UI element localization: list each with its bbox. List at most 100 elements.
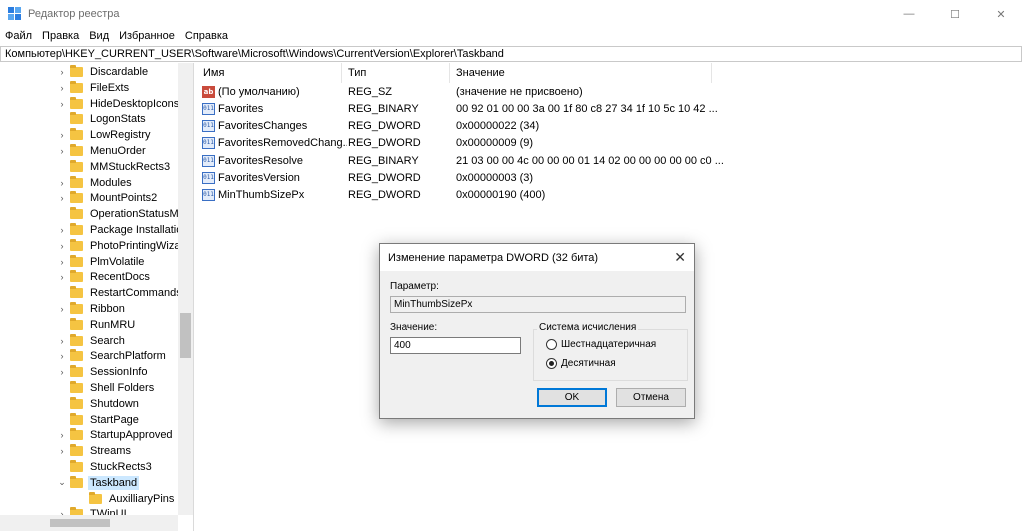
expand-chevron-icon[interactable]: › [57,99,67,109]
folder-icon [70,144,83,156]
tree-item[interactable]: Shell Folders [57,380,156,396]
menu-help[interactable]: Справка [180,28,233,46]
tree-item[interactable]: › PhotoPrintingWizar [57,238,186,254]
tree-item[interactable]: › Streams [57,443,133,459]
value-row[interactable]: 011 FavoritesChanges REG_DWORD 0x00000022 (… [197,118,717,135]
close-button[interactable]: ✕ [978,0,1024,28]
tree-item[interactable]: Shutdown [57,396,141,412]
value-row[interactable]: 011 MinThumbSizePx REG_DWORD 0x00000190 (40… [197,187,717,204]
column-header-name[interactable]: Имя [197,63,342,83]
tree-item-label: PhotoPrintingWizar [90,239,185,252]
expand-chevron-icon[interactable]: › [57,193,67,203]
expand-chevron-icon[interactable]: › [57,225,67,235]
tree-item-label: MMStuckRects3 [90,160,171,173]
value-row[interactable]: 011 Favorites REG_BINARY 00 92 01 00 00 3a … [197,100,718,117]
value-name-cell: 011 FavoritesResolve [202,154,347,167]
folder-icon [70,207,83,220]
expand-chevron-icon[interactable]: › [57,272,67,282]
expand-chevron-icon[interactable]: › [57,430,67,440]
tree-item[interactable]: ⌄ Taskband [57,475,140,491]
tree-item[interactable]: › Ribbon [57,301,127,317]
tree-item[interactable]: › MenuOrder [57,143,148,159]
tree-item[interactable]: › SearchPlatform [57,348,168,364]
expand-chevron-icon[interactable]: › [57,446,67,456]
expand-chevron-icon[interactable]: › [57,178,67,188]
radio-hexadecimal-icon [546,339,557,350]
tree-horizontal-scroll-thumb[interactable] [50,519,110,527]
tree-item[interactable]: AuxilliaryPins [76,491,176,507]
folder-icon [70,365,83,378]
tree-item[interactable]: LogonStats [57,111,148,127]
maximize-button[interactable]: ☐ [932,0,978,28]
value-row[interactable]: 011 FavoritesResolve REG_BINARY 21 03 00 00… [197,152,724,169]
tree-item[interactable]: › Package Installatio [57,222,184,238]
expand-chevron-icon[interactable]: › [57,83,67,93]
tree-item[interactable]: › FileExts [57,80,131,96]
tree-vertical-scroll-thumb[interactable] [180,313,191,358]
folder-icon [70,159,83,172]
expand-chevron-icon[interactable]: › [57,336,67,346]
value-name-cell: 011 FavoritesChanges [202,120,347,133]
close-icon: ✕ [996,8,1006,21]
value-name-cell: 011 MinThumbSizePx [202,189,347,202]
folder-icon [70,428,83,441]
number-base-group [533,329,688,381]
tree-item[interactable]: MMStuckRects3 [57,159,172,175]
expand-chevron-icon[interactable]: › [57,351,67,361]
parameter-name-field[interactable]: MinThumbSizePx [390,296,686,313]
folder-icon [70,412,83,425]
tree-item[interactable]: StartPage [57,412,141,428]
expand-chevron-icon[interactable]: › [57,146,67,156]
menu-edit[interactable]: Правка [37,28,84,46]
tree-item-label: Search [90,334,125,347]
menu-view[interactable]: Вид [84,28,114,46]
tree-item[interactable]: › LowRegistry [57,127,153,143]
value-row[interactable]: 011 FavoritesRemovedChang... REG_DWORD 0x00… [197,135,717,152]
expand-chevron-icon[interactable]: › [57,257,67,267]
value-row[interactable]: 011 FavoritesVersion REG_DWORD 0x00000003 (… [197,170,717,187]
menu-favorites[interactable]: Избранное [114,28,180,46]
value-row[interactable]: ab (По умолчанию) REG_SZ (значение не присв… [197,83,717,100]
tree-item[interactable]: StuckRects3 [57,459,154,475]
column-header-data[interactable]: Значение [450,63,712,83]
radio-hexadecimal[interactable]: Шестнадцатеричная [546,339,656,350]
binary-value-icon: 011 [202,120,215,133]
tree-item-label: SearchPlatform [90,350,166,363]
tree-item[interactable]: › PlmVolatile [57,254,146,270]
tree-item[interactable]: › Modules [57,175,134,191]
address-bar[interactable]: Компьютер\HKEY_CURRENT_USER\Software\Mic… [0,46,1022,62]
menu-file[interactable]: Файл [0,28,37,46]
tree-item[interactable]: › Discardable [57,64,150,80]
tree-item-label: RecentDocs [90,271,150,284]
folder-icon [70,112,83,125]
tree-item[interactable]: › RecentDocs [57,269,152,285]
radio-decimal-icon [546,358,557,369]
window-title: Редактор реестра [28,8,120,20]
radio-decimal[interactable]: Десятичная [546,358,616,369]
tree-item[interactable]: › MountPoints2 [57,190,159,206]
tree-item[interactable]: RestartCommands [57,285,184,301]
cancel-button[interactable]: Отмена [616,388,686,407]
minimize-button[interactable]: — [886,0,932,28]
parameter-label: Параметр: [390,281,439,292]
tree-item[interactable]: › Search [57,333,127,349]
dialog-close-icon[interactable]: ✕ [674,249,686,266]
folder-icon [70,381,83,393]
expand-chevron-icon[interactable]: › [57,367,67,377]
column-header-type[interactable]: Тип [342,63,450,83]
folder-icon [70,333,83,346]
tree-horizontal-scrollbar[interactable] [0,515,178,531]
expand-chevron-icon[interactable]: › [57,241,67,251]
tree-item[interactable]: › StartupApproved [57,427,175,443]
tree-item[interactable]: › HideDesktopIcons [57,96,181,112]
expand-chevron-icon[interactable]: › [57,304,67,314]
tree-vertical-scrollbar[interactable] [178,63,193,515]
expanded-chevron-icon[interactable]: ⌄ [57,477,67,488]
ok-button[interactable]: OK [537,388,607,407]
expand-chevron-icon[interactable]: › [57,67,67,77]
tree-item[interactable]: RunMRU [57,317,137,333]
value-input[interactable]: 400 [390,337,521,354]
expand-chevron-icon[interactable]: › [57,130,67,140]
tree-item[interactable]: › SessionInfo [57,364,149,380]
tree-item[interactable]: OperationStatusMa [57,206,187,222]
